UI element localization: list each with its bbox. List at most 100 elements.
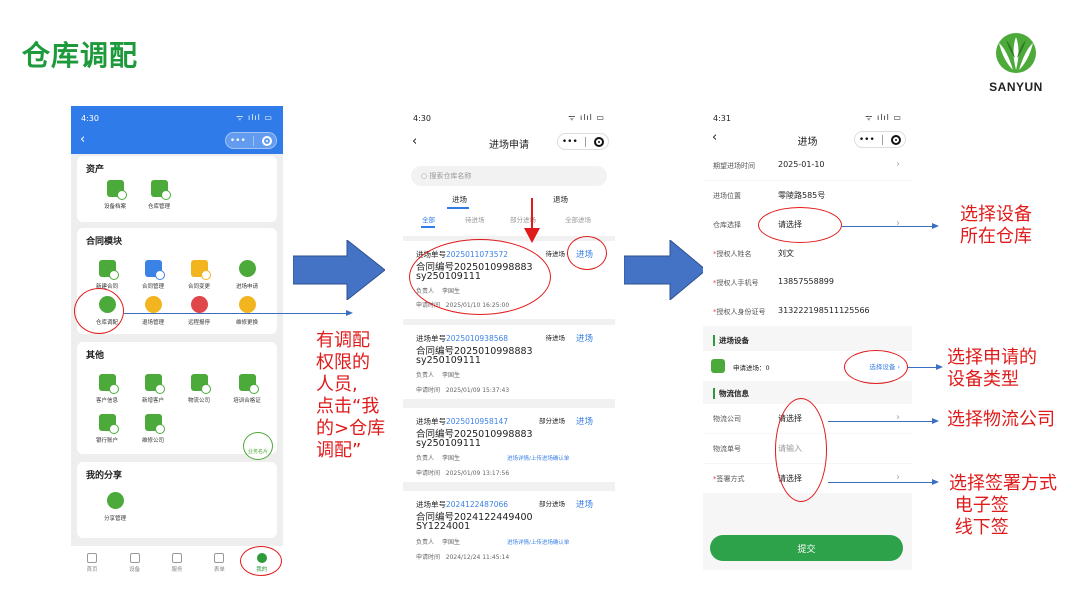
more-icon[interactable]: ••• xyxy=(230,136,246,146)
tab-all[interactable]: 全部 xyxy=(422,214,435,224)
location-field[interactable]: 进场位置 零陵路585号 xyxy=(703,181,912,210)
status-icons: ᯤ ılıl ▭ xyxy=(568,113,605,122)
contract-change-icon xyxy=(190,260,211,280)
auth-id-value: 313222198511125566 xyxy=(778,306,870,315)
status-time: 4:30 xyxy=(81,114,99,123)
tab-home[interactable]: 首页 xyxy=(77,553,107,573)
red-down-arrow xyxy=(524,198,540,243)
chevron-right-icon: › xyxy=(896,218,900,229)
owner-name: 李国生 xyxy=(442,539,461,546)
tab-form[interactable]: 表单 xyxy=(204,553,234,573)
assets-card: 资产 设备档案 仓库管理 xyxy=(77,156,277,222)
callout-line-warehouse xyxy=(842,226,932,227)
auth-phone-field[interactable]: *授权人手机号 13857558899 xyxy=(703,268,912,297)
flow-arrow-1 xyxy=(293,240,385,300)
other-title: 其他 xyxy=(86,351,105,361)
menu-item-device-archive[interactable]: 设备档案 xyxy=(93,180,137,210)
blue-header: 4:30 ᯤ ılıl ▭ ‹ ••• xyxy=(71,106,283,154)
close-target-icon[interactable] xyxy=(891,134,902,145)
capsule-divider xyxy=(882,134,884,145)
note-select-sign-method: 选择签署方式 电子签 线下签 xyxy=(949,473,1057,538)
entry-action-link[interactable]: 进场 xyxy=(576,498,593,510)
back-button[interactable]: ‹ xyxy=(80,132,85,147)
menu-item-new-customer[interactable]: 新增客户 xyxy=(131,374,175,404)
business-card-button[interactable]: 业务名片 xyxy=(243,432,273,460)
sanyun-logo: SANYUN xyxy=(978,32,1054,94)
submit-button[interactable]: 提交 xyxy=(710,535,903,561)
entry-detail-link[interactable]: 进场详情/上传进场确认单 xyxy=(507,454,569,462)
highlight-logistics-fields xyxy=(775,398,827,502)
segment-exit[interactable]: 退场 xyxy=(553,194,568,205)
bank-account-icon xyxy=(98,414,119,434)
customer-info-icon xyxy=(98,374,119,394)
apply-time: 2024/12/24 11:45:14 xyxy=(445,554,510,561)
status-time: 4:30 xyxy=(413,114,431,123)
entry-action-link[interactable]: 进场 xyxy=(576,415,593,427)
mini-program-capsule[interactable]: ••• xyxy=(854,131,906,148)
menu-item-contract-manage[interactable]: 合同管理 xyxy=(131,260,175,290)
repair-replace-icon xyxy=(238,296,256,313)
menu-item-new-contract[interactable]: 新建合同 xyxy=(85,260,129,290)
share-card: 我的分享 分享管理 xyxy=(77,462,277,538)
list-item[interactable]: 进场单号2025010938568 待进场 进场 合同编号20250109988… xyxy=(403,325,615,399)
tab-pending[interactable]: 待进场 xyxy=(465,214,485,224)
device-section: 进场设备 xyxy=(703,330,912,350)
tab-service[interactable]: 服务 xyxy=(162,553,192,573)
menu-item-warehouse-manage[interactable]: 仓库管理 xyxy=(137,180,181,210)
menu-item-exit-manage[interactable]: 退场管理 xyxy=(131,296,175,326)
menu-item-bank-account[interactable]: 银行账户 xyxy=(85,414,129,444)
exit-manage-icon xyxy=(144,296,162,313)
expected-date-value: 2025-01-10 xyxy=(778,160,825,169)
device-icon xyxy=(129,553,140,563)
menu-item-repair-company[interactable]: 维修公司 xyxy=(131,414,175,444)
list-item[interactable]: 进场单号2024122487066 部分进场 进场 合同编号2024122449… xyxy=(403,491,615,572)
repair-company-icon xyxy=(144,414,165,434)
location-value: 零陵路585号 xyxy=(778,191,826,200)
menu-item-contract-change[interactable]: 合同变更 xyxy=(177,260,221,290)
callout-arrow-device xyxy=(936,363,943,370)
highlight-entry-action xyxy=(567,236,607,270)
mini-program-capsule[interactable]: ••• xyxy=(557,133,609,150)
training-cert-icon xyxy=(238,374,259,394)
phone-my-page: 4:30 ᯤ ılıl ▭ ‹ ••• 资产 设备档案 仓库管理 合同模块 新建… xyxy=(71,106,283,580)
menu-item-training-cert[interactable]: 培训合格证 xyxy=(225,374,269,404)
search-input[interactable]: ○ 搜索仓库名称 xyxy=(411,166,607,186)
note-select-device-type: 选择申请的 设备类型 xyxy=(947,347,1037,390)
highlight-first-record xyxy=(409,239,551,315)
more-icon[interactable]: ••• xyxy=(562,137,578,147)
close-target-icon[interactable] xyxy=(262,135,273,146)
expected-date-field[interactable]: 期望进场时间 2025-01-10 › xyxy=(703,151,912,180)
menu-item-remote-stop[interactable]: 远程报停 xyxy=(177,296,221,326)
menu-item-repair-replace[interactable]: 维修更换 xyxy=(225,296,269,326)
highlight-warehouse-dispatch xyxy=(74,288,124,334)
menu-item-entry-apply[interactable]: 进场申请 xyxy=(225,260,269,290)
menu-item-share-manage[interactable]: 分享管理 xyxy=(93,492,137,522)
auth-id-field[interactable]: *授权人身份证号 313222198511125566 xyxy=(703,297,912,326)
owner-name: 李国生 xyxy=(442,372,461,379)
auth-name-field[interactable]: *授权人姓名 刘文 xyxy=(703,239,912,268)
status-badge: 待进场 xyxy=(545,250,566,258)
list-item[interactable]: 进场单号2025010958147 部分进场 进场 合同编号2025010998… xyxy=(403,408,615,482)
remote-stop-icon xyxy=(190,296,208,313)
logistics-company-icon xyxy=(190,374,211,394)
entry-detail-link[interactable]: 进场详情/上传进场确认单 xyxy=(507,538,569,546)
share-manage-icon xyxy=(106,492,124,509)
tab-complete[interactable]: 全部进场 xyxy=(565,214,591,224)
slide-title: 仓库调配 xyxy=(22,39,139,72)
new-customer-icon xyxy=(144,374,165,394)
status-time: 4:31 xyxy=(713,114,731,123)
other-card: 其他 客户信息 新增客户 物流公司 培训合格证 银行账户 维修公司 业务名片 xyxy=(77,342,277,460)
highlight-select-device xyxy=(844,350,908,384)
more-icon[interactable]: ••• xyxy=(859,135,875,145)
menu-item-customer-info[interactable]: 客户信息 xyxy=(85,374,129,404)
menu-item-logistics-company[interactable]: 物流公司 xyxy=(177,374,221,404)
share-title: 我的分享 xyxy=(86,471,123,481)
contract-code: sy250109111 xyxy=(416,438,481,449)
entry-action-link[interactable]: 进场 xyxy=(576,332,593,344)
mini-program-capsule[interactable]: ••• xyxy=(225,132,277,149)
tab-device[interactable]: 设备 xyxy=(120,553,150,573)
new-contract-icon xyxy=(98,260,119,280)
close-target-icon[interactable] xyxy=(594,136,605,147)
flow-arrow-2 xyxy=(624,240,706,300)
segment-entry[interactable]: 进场 xyxy=(452,194,467,205)
